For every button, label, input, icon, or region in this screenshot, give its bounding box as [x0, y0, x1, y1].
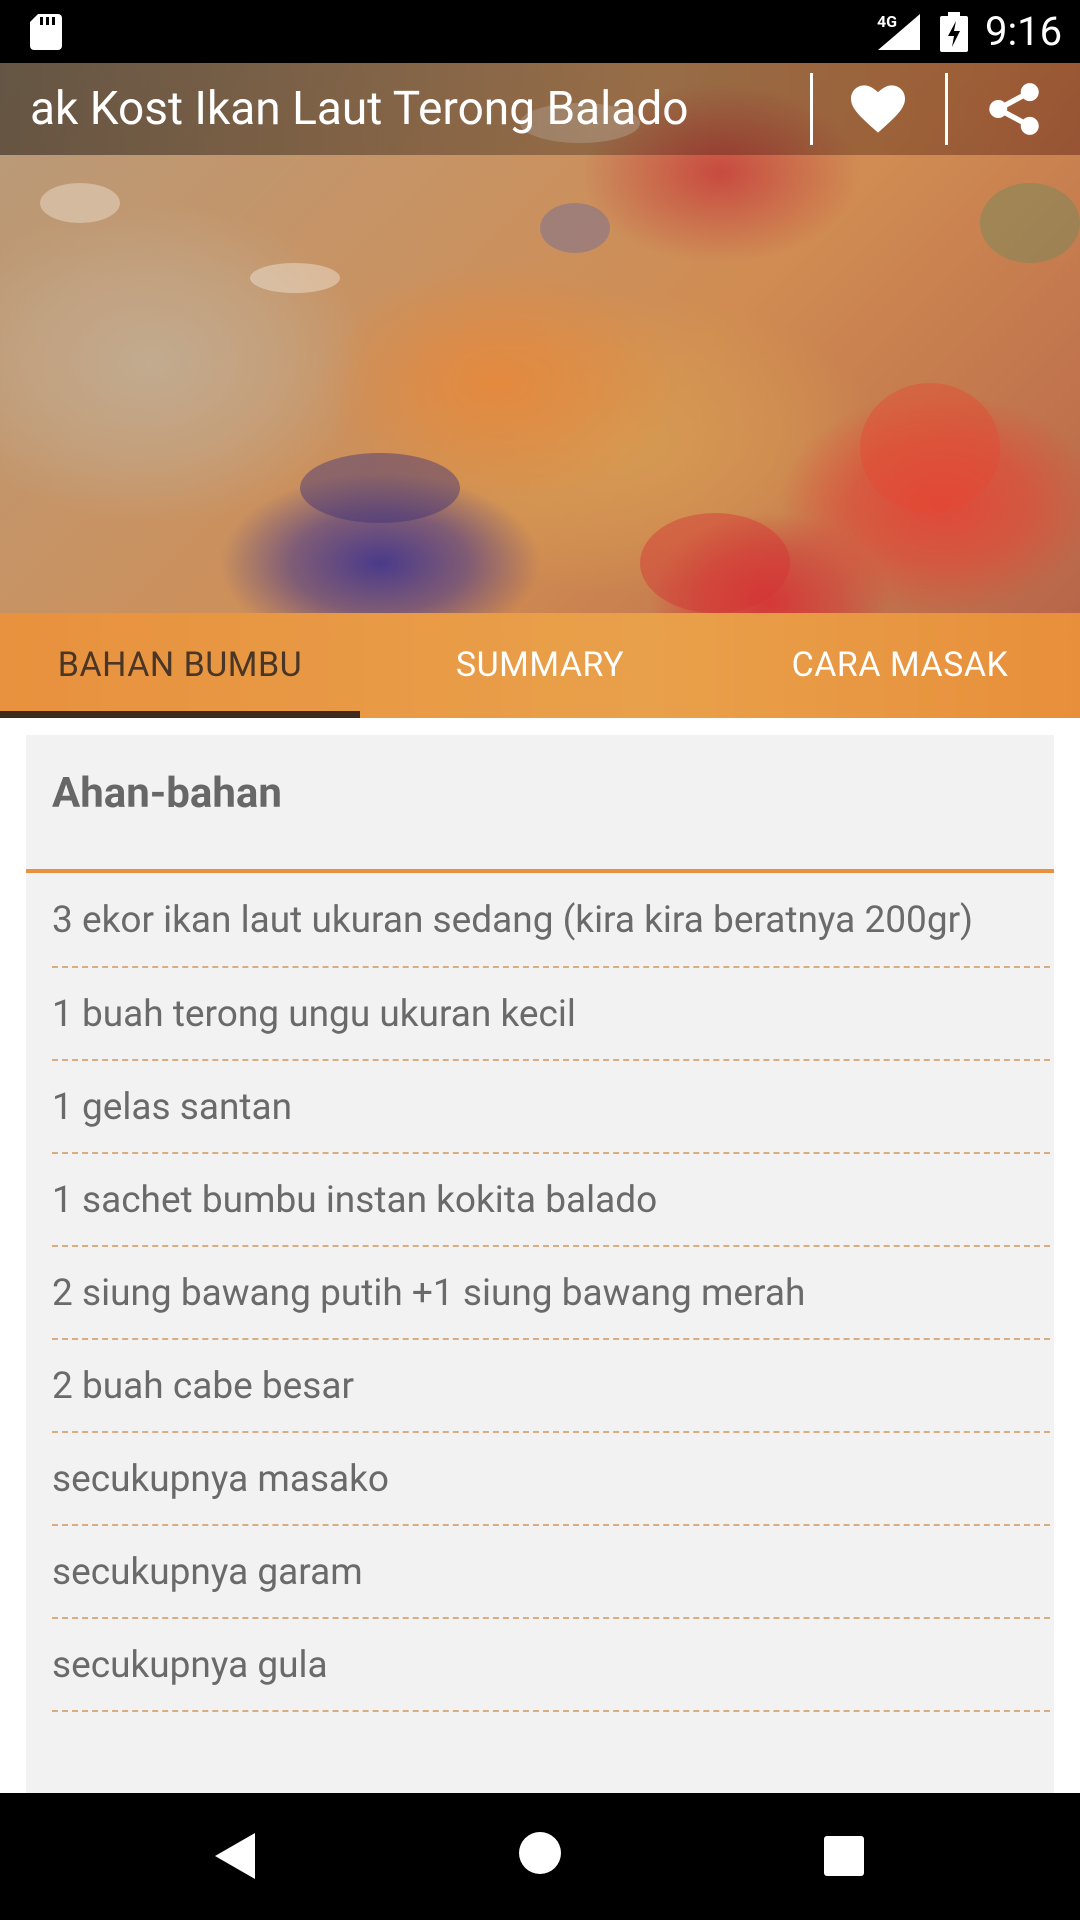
ingredient-item: 1 gelas santan: [52, 1061, 1050, 1154]
recipe-title: ak Kost Ikan Laut Terong Balado: [30, 82, 689, 136]
app-toolbar: ak Kost Ikan Laut Terong Balado: [0, 63, 1080, 155]
card-header: Ahan-bahan: [26, 735, 1054, 873]
status-bar: 4G 9:16: [0, 0, 1080, 63]
ingredient-item: secukupnya garam: [52, 1526, 1050, 1619]
heart-icon: [851, 85, 905, 133]
ingredient-item: 2 siung bawang putih +1 siung bawang mer…: [52, 1247, 1050, 1340]
ingredient-item: secukupnya gula: [52, 1619, 1050, 1712]
ingredients-card: Ahan-bahan 3 ekor ikan laut ukuran sedan…: [26, 735, 1054, 1793]
ingredient-item: 1 buah terong ungu ukuran kecil: [52, 968, 1050, 1061]
tab-bahan-bumbu[interactable]: BAHAN BUMBU: [0, 613, 360, 718]
cell-signal-icon: [878, 14, 920, 50]
section-heading: Ahan-bahan: [52, 769, 282, 818]
back-triangle-icon[interactable]: [215, 1833, 255, 1879]
ingredient-list: 3 ekor ikan laut ukuran sedang (kira kir…: [52, 873, 1050, 1712]
ingredient-item: 2 buah cabe besar: [52, 1340, 1050, 1433]
share-icon: [989, 83, 1039, 135]
ingredient-item: 3 ekor ikan laut ukuran sedang (kira kir…: [52, 873, 1050, 968]
favorite-button[interactable]: [812, 63, 944, 155]
recents-square-icon[interactable]: [824, 1836, 864, 1876]
battery-charging-icon: [940, 12, 968, 52]
ingredient-item: 1 sachet bumbu instan kokita balado: [52, 1154, 1050, 1247]
ingredients-scroll-area[interactable]: Ahan-bahan 3 ekor ikan laut ukuran sedan…: [0, 718, 1080, 1793]
tab-cara-masak[interactable]: CARA MASAK: [720, 613, 1080, 718]
clock: 9:16: [985, 8, 1063, 55]
tab-summary[interactable]: SUMMARY: [360, 613, 720, 718]
system-nav-bar: [0, 1793, 1080, 1920]
sd-card-icon: [30, 14, 62, 50]
share-button[interactable]: [948, 63, 1080, 155]
home-circle-icon[interactable]: [518, 1831, 562, 1875]
tab-bar: BAHAN BUMBU SUMMARY CARA MASAK: [0, 613, 1080, 718]
ingredient-item: secukupnya masako: [52, 1433, 1050, 1526]
active-tab-indicator: [0, 711, 360, 718]
